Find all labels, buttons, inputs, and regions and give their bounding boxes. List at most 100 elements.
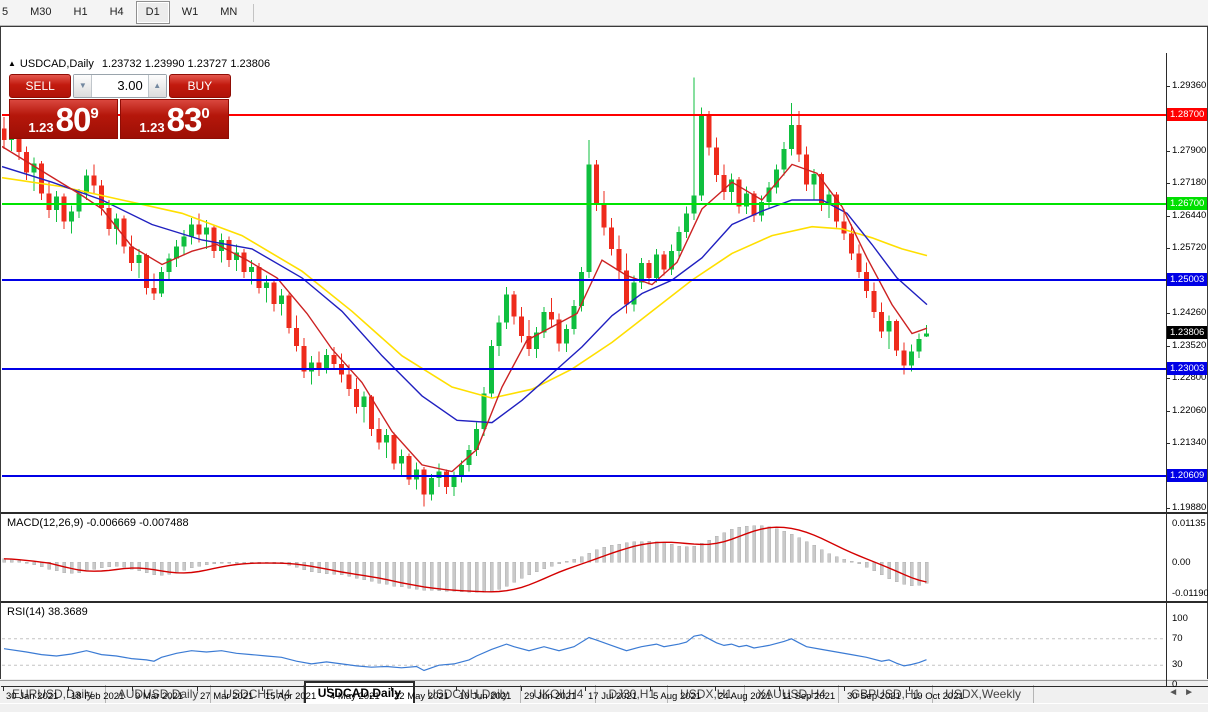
sell-price-prefix: 1.23 [28, 120, 54, 135]
date-tick [585, 687, 586, 691]
price-tick [1166, 216, 1170, 217]
macd-scale-label: 0.00 [1172, 557, 1191, 568]
tab-scroll-right-icon[interactable]: ► [1184, 687, 1200, 698]
volume-stepper: ▼ 3.00 ▲ [73, 74, 167, 98]
timeframe-button-m30[interactable]: M30 [20, 1, 61, 24]
price-tick [1166, 378, 1170, 379]
rsi-indicator-label: RSI(14) 38.3689 [7, 606, 88, 618]
status-strip [0, 703, 1208, 712]
chart-symbol-label: USDCAD,Daily [19, 58, 94, 70]
toolbar-divider [253, 3, 255, 22]
date-label: 19 Oct 2021 [912, 691, 964, 702]
rsi-scale-label: 100 [1172, 613, 1188, 624]
date-tick [68, 687, 69, 691]
rsi-scale-label: 70 [1172, 633, 1183, 644]
date-tick [262, 687, 263, 691]
buy-price-pip: 0 [201, 105, 210, 122]
date-label: 27 Mar 2021 [200, 691, 254, 702]
macd-indicator-label: MACD(12,26,9) -0.006669 -0.007488 [7, 517, 189, 529]
rsi-pane-canvas[interactable] [2, 603, 1166, 686]
date-tick [132, 687, 133, 691]
volume-decrease-button[interactable]: ▼ [74, 75, 93, 97]
date-tick [521, 687, 522, 691]
date-label: 30 Jan 2021 [6, 691, 59, 702]
date-tick [391, 687, 392, 691]
date-label: 11 Sep 2021 [782, 691, 836, 702]
price-tick-label: 1.25720 [1172, 242, 1207, 253]
price-tick [1166, 443, 1170, 444]
buy-price-panel[interactable]: 1.23 83 0 [120, 99, 229, 139]
date-tick [909, 687, 910, 691]
price-level-badge: 1.20609 [1167, 469, 1208, 482]
date-label: 30 Sep 2021 [847, 691, 901, 702]
trading-terminal: 5 M30 H1 H4 D1 W1 MN ▲ USDCAD,Daily 1.23732 1.23… [0, 0, 1208, 712]
volume-increase-button[interactable]: ▲ [147, 75, 166, 97]
trade-widget: SELL ▼ 3.00 ▲ BUY 1.23 80 9 1.23 83 0 [9, 74, 231, 139]
date-label: 22 May 2021 [394, 691, 449, 702]
sell-price-pip: 9 [90, 105, 99, 122]
date-tick [197, 687, 198, 691]
price-tick-label: 1.27900 [1172, 145, 1207, 156]
price-level-badge: 1.28700 [1167, 108, 1208, 121]
buy-button[interactable]: BUY [168, 74, 231, 98]
price-level-badge: 1.23806 [1167, 326, 1208, 339]
chart-window: ▲ USDCAD,Daily 1.23732 1.23990 1.23727 1.2… [0, 26, 1208, 702]
date-tick [715, 687, 716, 691]
date-label: 18 Feb 2021 [71, 691, 125, 702]
macd-scale-label: -0.01190 [1172, 588, 1208, 599]
price-tick-label: 1.19880 [1172, 502, 1207, 513]
timeframe-button-h1[interactable]: H1 [64, 1, 98, 24]
date-label: 17 Jul 2021 [588, 691, 638, 702]
price-tick [1166, 151, 1170, 152]
price-tick [1166, 411, 1170, 412]
date-label: 15 Apr 2021 [265, 691, 317, 702]
price-tick-label: 1.21340 [1172, 437, 1207, 448]
date-tick [650, 687, 651, 691]
title-triangle-icon: ▲ [8, 59, 16, 68]
date-tick [779, 687, 780, 691]
date-label: 29 Jun 2021 [524, 691, 577, 702]
timeframe-button-d1[interactable]: D1 [135, 1, 170, 24]
date-tick [456, 687, 457, 691]
chart-title: ▲ USDCAD,Daily 1.23732 1.23990 1.23727 1.2… [8, 58, 270, 70]
date-label: 24 Aug 2021 [718, 691, 772, 702]
date-label: 4 May 2021 [330, 691, 380, 702]
date-label: 9 Mar 2021 [135, 691, 184, 702]
price-tick-label: 1.22060 [1172, 405, 1207, 416]
pane-separator[interactable] [1, 512, 1208, 514]
rsi-scale-label: 30 [1172, 659, 1183, 670]
timeframe-button-w1[interactable]: W1 [172, 1, 209, 24]
price-tick [1166, 248, 1170, 249]
timeframe-button-5[interactable]: 5 [0, 1, 18, 24]
buy-price-prefix: 1.23 [139, 120, 165, 135]
price-tick-label: 1.23520 [1172, 340, 1207, 351]
timeframe-button-mn[interactable]: MN [210, 1, 247, 24]
price-tick [1166, 313, 1170, 314]
date-tick [3, 687, 4, 691]
timeframe-toolbar: 5 M30 H1 H4 D1 W1 MN [0, 0, 1208, 26]
pane-separator[interactable] [1, 601, 1208, 603]
price-tick [1166, 346, 1170, 347]
timeframe-button-h4[interactable]: H4 [100, 1, 134, 24]
price-tick-label: 1.26440 [1172, 210, 1207, 221]
date-tick [844, 687, 845, 691]
price-tick [1166, 86, 1170, 87]
macd-scale-label: 0.01135 [1172, 518, 1206, 529]
price-tick-label: 1.29360 [1172, 80, 1207, 91]
price-level-badge: 1.25003 [1167, 273, 1208, 286]
date-tick [327, 687, 328, 691]
price-level-badge: 1.26700 [1167, 197, 1208, 210]
sell-button[interactable]: SELL [9, 74, 72, 98]
sell-price-panel[interactable]: 1.23 80 9 [9, 99, 118, 139]
price-tick [1166, 508, 1170, 509]
buy-price-main: 83 [166, 101, 203, 138]
price-level-badge: 1.23003 [1167, 362, 1208, 375]
price-tick [1166, 183, 1170, 184]
pane-separator [1, 686, 1208, 687]
price-tick-label: 1.27180 [1172, 177, 1207, 188]
price-tick-label: 1.24260 [1172, 307, 1207, 318]
date-label: 5 Aug 2021 [653, 691, 702, 702]
chart-ohlc-values: 1.23732 1.23990 1.23727 1.23806 [101, 58, 271, 70]
sell-price-main: 80 [55, 101, 92, 138]
volume-value[interactable]: 3.00 [92, 75, 148, 97]
